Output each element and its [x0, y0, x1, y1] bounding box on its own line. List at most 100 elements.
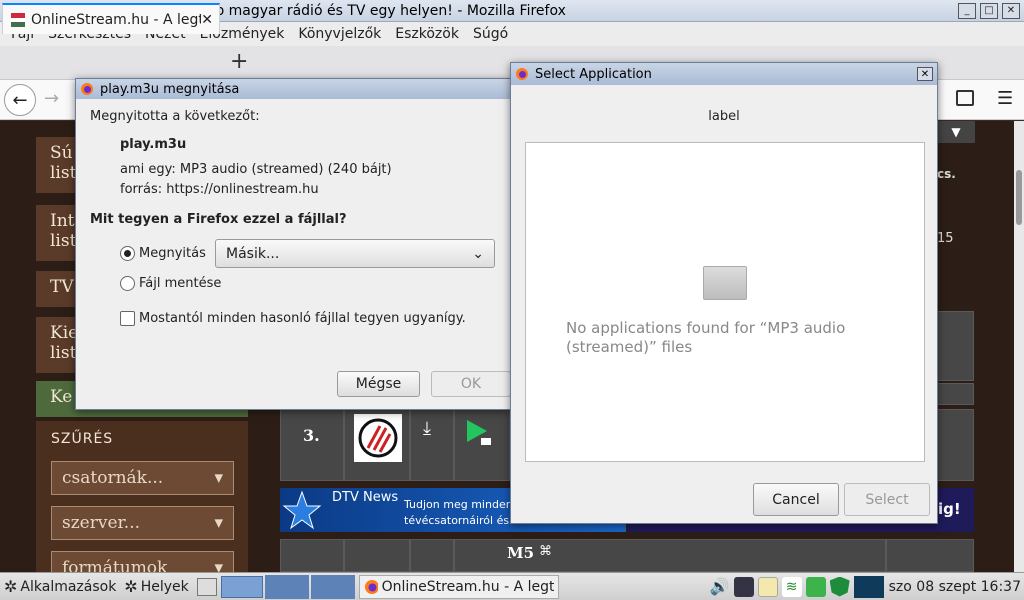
- open-radio[interactable]: [120, 246, 135, 261]
- clipboard-icon[interactable]: [757, 576, 778, 597]
- file-name: play.m3u: [120, 137, 187, 152]
- empty-message: No applications found for “MP3 audio (st…: [566, 319, 846, 356]
- open-label: Megnyitás: [139, 246, 206, 261]
- shield-icon[interactable]: [829, 576, 850, 597]
- taskbar: ✲ Alkalmazások ✲ Helyek OnlineStream.hu …: [0, 572, 1024, 600]
- select-button[interactable]: Select: [844, 483, 930, 516]
- save-radio[interactable]: [120, 276, 135, 291]
- format-filter-select[interactable]: formátumok ▾: [51, 551, 234, 572]
- new-tab-button[interactable]: +: [230, 49, 248, 74]
- application-list[interactable]: No applications found for “MP3 audio (st…: [525, 142, 925, 462]
- empty-file-icon: [703, 266, 747, 300]
- minimize-button[interactable]: _: [958, 2, 976, 19]
- cut-text: cs.: [937, 167, 956, 181]
- maximize-button[interactable]: □: [980, 2, 998, 19]
- select-application-dialog: Select Application ✕ label No applicatio…: [510, 62, 938, 524]
- rank-cell: 3.: [280, 409, 344, 481]
- file-type: ami egy: MP3 audio (streamed) (240 bájt): [120, 162, 392, 177]
- dialog-titlebar: Select Application ✕: [511, 63, 937, 85]
- tab-label: OnlineStream.hu - A legtö: [31, 11, 202, 28]
- cancel-button[interactable]: Cancel: [753, 483, 839, 516]
- channel-filter-select[interactable]: csatornák... ▾: [51, 461, 234, 495]
- storage-icon[interactable]: [805, 576, 826, 597]
- places-icon: ✲: [124, 577, 138, 596]
- intro-text: Megnyitotta a következőt:: [90, 109, 260, 124]
- browser-tab[interactable]: OnlineStream.hu - A legtö ✕: [2, 3, 220, 34]
- play-icon[interactable]: [465, 418, 493, 448]
- keyboard-indicator-icon[interactable]: [733, 576, 754, 597]
- download-icon[interactable]: ⤓: [423, 418, 431, 439]
- menu-hamburger-icon[interactable]: ☰: [997, 88, 1013, 109]
- filter-label: formátumok: [62, 558, 168, 572]
- tab-close-icon[interactable]: ✕: [201, 12, 213, 28]
- page-dropdown[interactable]: ▼: [937, 121, 975, 143]
- chevron-down-icon: ▾: [214, 513, 223, 533]
- places-menu[interactable]: ✲ Helyek: [120, 574, 192, 600]
- dtv-logo-icon: [282, 490, 322, 530]
- dialog-label: label: [708, 109, 740, 124]
- channel-name: M5: [507, 544, 535, 562]
- taskbar-window-button[interactable]: OnlineStream.hu - A legtöbb: [358, 574, 559, 599]
- question-text: Mit tegyen a Firefox ezzel a fájllal?: [90, 212, 347, 227]
- ok-button[interactable]: OK: [431, 371, 511, 397]
- menu-bookmarks[interactable]: Könyvjelzők: [291, 26, 388, 42]
- open-with-value: Másik...: [226, 245, 280, 262]
- dialog-titlebar: play.m3u megnyitása: [76, 79, 510, 99]
- channel-logo-cell: [344, 409, 410, 481]
- open-radio-option[interactable]: Megnyitás: [120, 246, 206, 261]
- rss-icon: ⌘: [539, 544, 552, 559]
- cut-text: 15: [937, 231, 954, 246]
- download-cell[interactable]: ⤓: [410, 409, 454, 481]
- scrollbar-thumb[interactable]: [1016, 170, 1022, 225]
- taskbar-window-label: OnlineStream.hu - A legtöbb: [381, 578, 554, 595]
- play-cell[interactable]: [454, 409, 510, 481]
- places-label: Helyek: [140, 578, 189, 595]
- grid-cell: [280, 539, 344, 572]
- promo-text: ig!: [938, 500, 961, 518]
- applications-label: Alkalmazások: [20, 578, 117, 595]
- applications-icon: ✲: [4, 577, 18, 596]
- menu-tools[interactable]: Eszközök: [388, 26, 466, 42]
- show-desktop-icon[interactable]: [196, 577, 217, 596]
- filter-label: csatornák...: [62, 468, 164, 488]
- volume-icon[interactable]: 🔊: [710, 577, 730, 596]
- server-filter-select[interactable]: szerver... ▾: [51, 506, 234, 540]
- dialog-title: play.m3u megnyitása: [100, 81, 240, 97]
- workspace-switcher[interactable]: [220, 575, 263, 598]
- banner-title: DTV News: [332, 490, 399, 505]
- hungary-flag-icon: [11, 12, 25, 27]
- remember-label: Mostantól minden hasonló fájllal tegyen …: [139, 311, 466, 326]
- remember-checkbox[interactable]: [120, 311, 135, 326]
- workspace-3[interactable]: [310, 574, 355, 599]
- dialog-title: Select Application: [535, 66, 652, 82]
- remember-checkbox-option[interactable]: Mostantól minden hasonló fájllal tegyen …: [120, 311, 466, 326]
- filter-panel: SZŰRÉS csatornák... ▾ szerver... ▾ formátu…: [36, 421, 248, 572]
- filter-title: SZŰRÉS: [51, 431, 114, 447]
- channel-logo-icon: [354, 414, 402, 462]
- open-file-dialog: play.m3u megnyitása Megnyitotta a követk…: [75, 78, 511, 410]
- wifi-icon[interactable]: ≋: [781, 576, 802, 597]
- clock[interactable]: szo 08 szept 16:37: [889, 579, 1021, 595]
- back-button[interactable]: ←: [4, 84, 36, 116]
- firefox-icon: [516, 68, 528, 80]
- menu-help[interactable]: Súgó: [466, 26, 515, 42]
- chevron-down-icon: ▾: [214, 558, 223, 572]
- system-monitor-icon[interactable]: [853, 575, 884, 598]
- grid-cell: [886, 539, 974, 572]
- close-dialog-button[interactable]: ✕: [917, 67, 933, 81]
- channel-name-cell[interactable]: M5 ⌘: [454, 539, 886, 572]
- workspace-2[interactable]: [264, 574, 309, 599]
- chevron-down-icon: ▼: [951, 125, 961, 139]
- chevron-down-icon: ⌄: [472, 245, 484, 262]
- firefox-icon: [81, 83, 93, 95]
- save-radio-option[interactable]: Fájl mentése: [120, 276, 221, 291]
- grid-cell: [410, 539, 454, 572]
- sidebar-icon[interactable]: [956, 90, 974, 106]
- filter-label: szerver...: [62, 513, 141, 533]
- forward-button[interactable]: →: [44, 88, 59, 109]
- chevron-down-icon: ▾: [214, 468, 223, 488]
- open-with-select[interactable]: Másik... ⌄: [215, 239, 495, 268]
- cancel-button[interactable]: Mégse: [337, 371, 420, 397]
- close-window-button[interactable]: ✕: [1002, 2, 1020, 19]
- applications-menu[interactable]: ✲ Alkalmazások: [0, 574, 120, 600]
